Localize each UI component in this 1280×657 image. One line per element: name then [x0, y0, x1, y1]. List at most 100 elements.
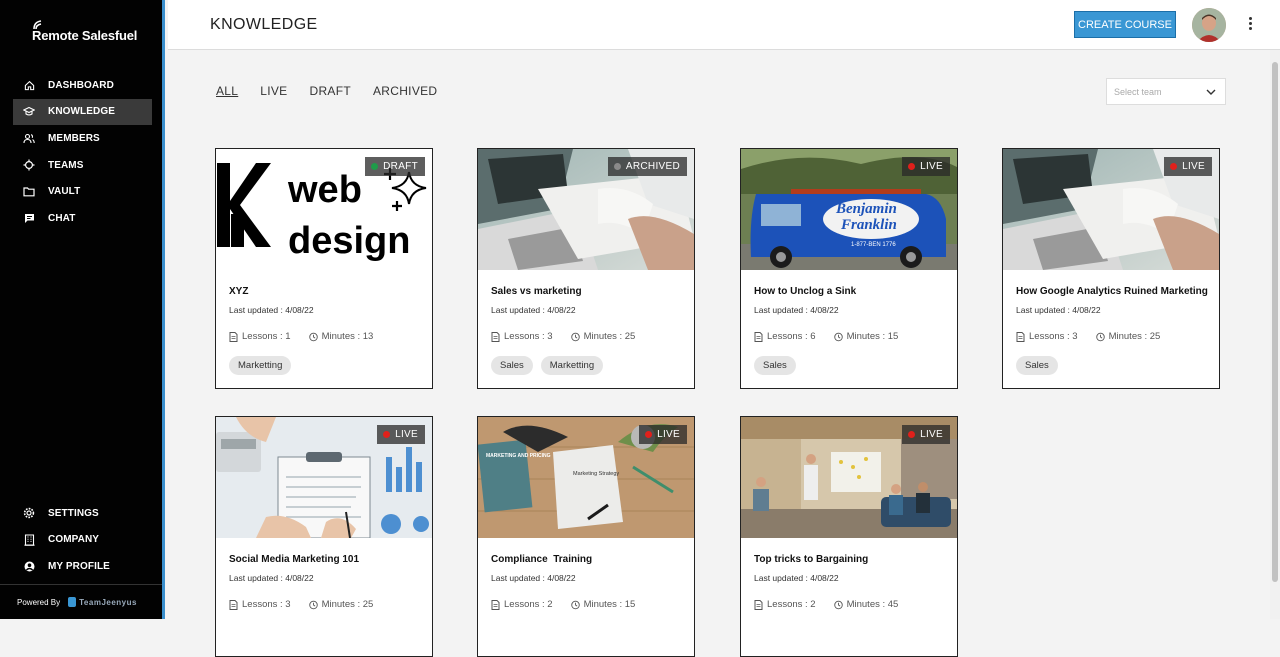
clock-icon — [308, 600, 318, 609]
course-card[interactable]: web design DRAFT XYZ Last updated : 4/08… — [215, 148, 433, 389]
status-tabs: ALL LIVE DRAFT ARCHIVED — [216, 84, 459, 98]
sidebar-item-label: CHAT — [48, 212, 76, 224]
team-select-placeholder: Select team — [1114, 86, 1162, 97]
folder-icon — [23, 186, 35, 198]
graduation-cap-icon — [23, 106, 35, 118]
tag: Sales — [491, 356, 533, 375]
status-dot — [1170, 163, 1178, 170]
teamjeenyus-logo-icon — [68, 597, 77, 607]
sidebar-item-dashboard[interactable]: DASHBOARD — [13, 72, 152, 99]
app-logo[interactable]: Remote Salesfuel — [30, 20, 140, 46]
lessons-count: Lessons : 3 — [242, 599, 291, 610]
lessons-count: Lessons : 1 — [242, 331, 291, 342]
course-meta: Lessons : 6 Minutes : 15 — [754, 331, 898, 342]
course-title: XYZ — [229, 286, 249, 297]
van-text-1: Benjamin — [835, 201, 897, 217]
status-badge: LIVE — [639, 425, 687, 444]
note-text: Marketing Strategy — [573, 471, 619, 477]
app-name: Remote Salesfuel — [32, 28, 138, 43]
sidebar-item-members[interactable]: MEMBERS — [13, 125, 152, 152]
page-title: KNOWLEDGE — [210, 16, 318, 33]
sidebar-item-teams[interactable]: TEAMS — [13, 152, 152, 179]
course-updated: Last updated : 4/08/22 — [1016, 305, 1101, 315]
minutes-count: Minutes : 15 — [583, 599, 636, 610]
status-dot — [908, 163, 916, 170]
course-meta: Lessons : 3 Minutes : 25 — [229, 599, 373, 610]
sidebar-item-label: TEAMS — [48, 159, 84, 171]
document-icon — [491, 331, 500, 342]
members-icon — [23, 132, 35, 144]
sidebar-item-my-profile[interactable]: MY PROFILE — [13, 553, 152, 580]
sidebar-item-label: VAULT — [48, 186, 81, 198]
course-tags: Sales — [1016, 356, 1058, 375]
status-label: LIVE — [395, 429, 418, 440]
user-icon — [23, 560, 35, 572]
sidebar: Remote Salesfuel DASHBOARD KNOWLEDGE MEM… — [0, 0, 165, 619]
van-text-2: Franklin — [840, 217, 897, 233]
user-photo — [1192, 8, 1226, 42]
minutes-count: Minutes : 25 — [321, 599, 374, 610]
course-card[interactable]: MARKETING AND PRICING Marketing Strategy… — [477, 416, 695, 657]
sidebar-item-label: MY PROFILE — [48, 560, 110, 572]
lessons-count: Lessons : 3 — [504, 331, 553, 342]
course-title: Sales vs marketing — [491, 286, 582, 297]
home-icon — [23, 79, 35, 91]
tag: Marketting — [229, 356, 292, 375]
tab-draft[interactable]: DRAFT — [309, 84, 351, 98]
create-course-button[interactable]: CREATE COURSE — [1074, 11, 1176, 38]
sidebar-item-label: SETTINGS — [48, 507, 99, 519]
minutes-count: Minutes : 15 — [846, 331, 899, 342]
sidebar-item-company[interactable]: COMPANY — [13, 527, 152, 554]
minutes-count: Minutes : 13 — [321, 331, 374, 342]
page-scrollbar[interactable] — [1270, 50, 1280, 619]
status-badge: LIVE — [1164, 157, 1212, 176]
sidebar-item-label: KNOWLEDGE — [48, 106, 116, 118]
course-card[interactable]: LIVE Social Media Marketing 101 Last upd… — [215, 416, 433, 657]
sidebar-item-chat[interactable]: CHAT — [13, 205, 152, 232]
lessons-count: Lessons : 3 — [1029, 331, 1078, 342]
course-title: Social Media Marketing 101 — [229, 554, 360, 565]
sidebar-bottom-nav: SETTINGS COMPANY MY PROFILE — [13, 500, 152, 580]
status-badge: LIVE — [902, 425, 950, 444]
course-updated: Last updated : 4/08/22 — [754, 305, 839, 315]
scrollbar-thumb[interactable] — [1272, 62, 1278, 582]
team-select[interactable]: Select team — [1106, 78, 1226, 105]
thumb-web-text: web — [287, 169, 362, 211]
course-card[interactable]: Benjamin Franklin 1-877-BEN 1776 LIVE Ho… — [740, 148, 958, 389]
lessons-count: Lessons : 6 — [767, 331, 816, 342]
status-badge: DRAFT — [365, 157, 425, 176]
sidebar-item-vault[interactable]: VAULT — [13, 178, 152, 205]
minutes-count: Minutes : 45 — [846, 599, 899, 610]
powered-by-brand[interactable]: TeamJeenyus — [68, 597, 137, 607]
more-options-icon[interactable] — [1246, 17, 1254, 33]
teams-icon — [23, 159, 35, 171]
avatar[interactable] — [1192, 8, 1226, 42]
course-tags: Sales — [754, 356, 796, 375]
chevron-down-icon — [1206, 89, 1216, 95]
course-meta: Lessons : 1 Minutes : 13 — [229, 331, 373, 342]
clock-icon — [833, 332, 843, 341]
course-updated: Last updated : 4/08/22 — [754, 573, 839, 583]
course-title: How Google Analytics Ruined Marketing — [1016, 286, 1208, 297]
status-label: LIVE — [1182, 161, 1205, 172]
tab-live[interactable]: LIVE — [260, 84, 287, 98]
lessons-count: Lessons : 2 — [767, 599, 816, 610]
powered-by: Powered By TeamJeenyus — [0, 584, 162, 619]
sidebar-item-label: MEMBERS — [48, 132, 100, 144]
sidebar-item-settings[interactable]: SETTINGS — [13, 500, 152, 527]
course-card[interactable]: LIVE Top tricks to Bargaining Last updat… — [740, 416, 958, 657]
status-label: LIVE — [920, 429, 943, 440]
tab-all[interactable]: ALL — [216, 84, 238, 98]
minutes-count: Minutes : 25 — [583, 331, 636, 342]
course-card[interactable]: ARCHIVED Sales vs marketing Last updated… — [477, 148, 695, 389]
course-meta: Lessons : 2 Minutes : 45 — [754, 599, 898, 610]
status-label: ARCHIVED — [625, 161, 680, 172]
sidebar-item-knowledge[interactable]: KNOWLEDGE — [13, 98, 152, 126]
chat-icon — [23, 212, 35, 224]
document-icon — [1016, 331, 1025, 342]
course-card[interactable]: LIVE How Google Analytics Ruined Marketi… — [1002, 148, 1220, 389]
status-label: LIVE — [657, 429, 680, 440]
course-meta: Lessons : 3 Minutes : 25 — [1016, 331, 1160, 342]
course-updated: Last updated : 4/08/22 — [229, 573, 314, 583]
tab-archived[interactable]: ARCHIVED — [373, 84, 437, 98]
